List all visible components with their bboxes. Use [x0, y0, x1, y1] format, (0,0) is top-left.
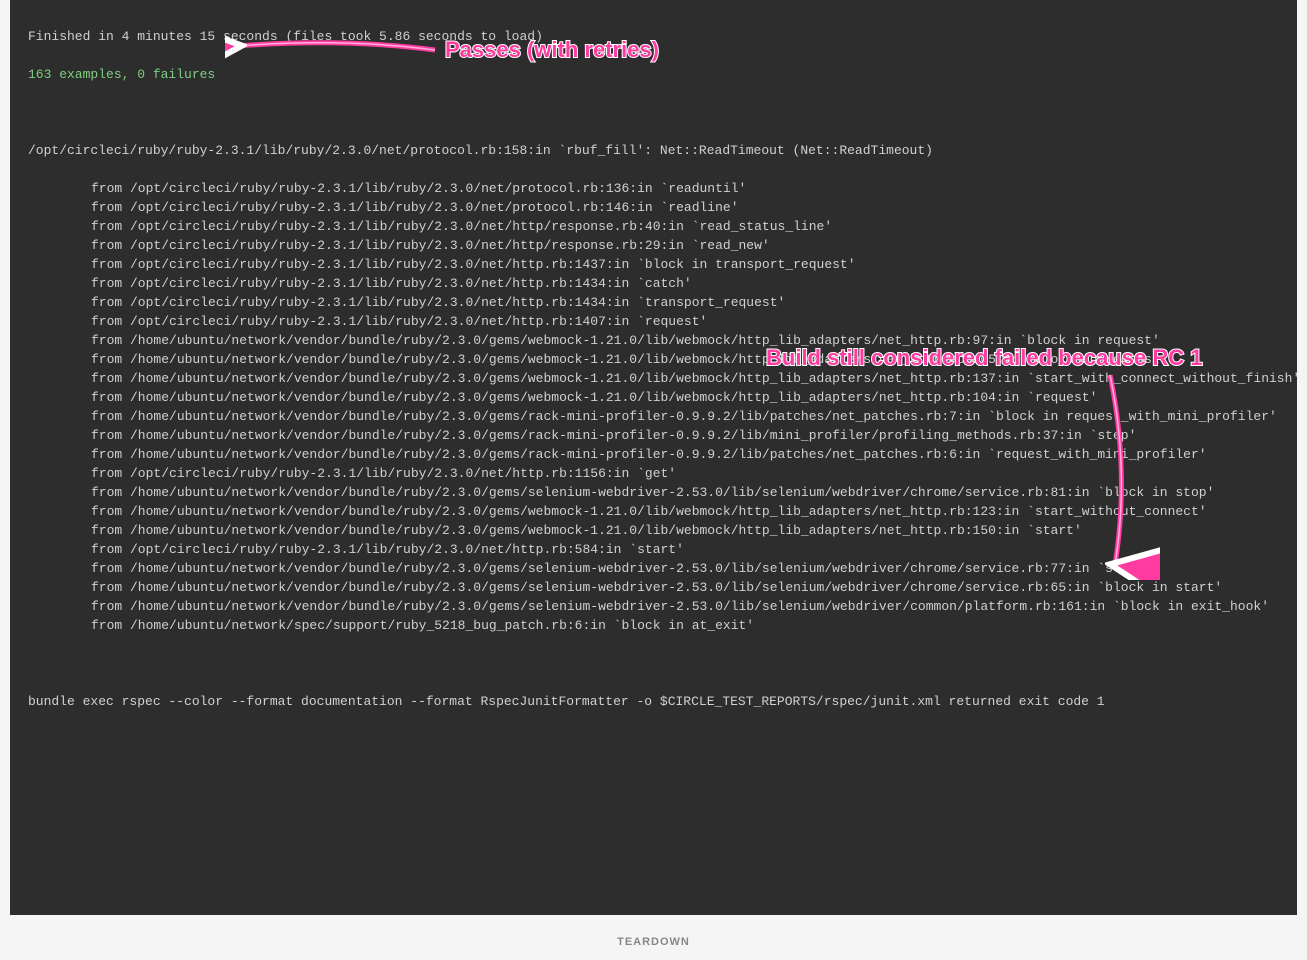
stack-line: from /home/ubuntu/network/vendor/bundle/… [28, 559, 1279, 578]
stack-line: from /home/ubuntu/network/vendor/bundle/… [28, 578, 1279, 597]
stack-line: from /opt/circleci/ruby/ruby-2.3.1/lib/r… [28, 179, 1279, 198]
stack-line: from /opt/circleci/ruby/ruby-2.3.1/lib/r… [28, 464, 1279, 483]
stack-line: from /opt/circleci/ruby/ruby-2.3.1/lib/r… [28, 198, 1279, 217]
stack-line: from /home/ubuntu/network/vendor/bundle/… [28, 445, 1279, 464]
summary-line: 163 examples, 0 failures [28, 65, 1279, 84]
teardown-label: TEARDOWN [0, 925, 1307, 960]
error-header: /opt/circleci/ruby/ruby-2.3.1/lib/ruby/2… [28, 141, 1279, 160]
stack-line: from /opt/circleci/ruby/ruby-2.3.1/lib/r… [28, 540, 1279, 559]
stack-line: from /home/ubuntu/network/vendor/bundle/… [28, 521, 1279, 540]
annotation-passes: Passes (with retries) [445, 40, 659, 59]
stack-line: from /opt/circleci/ruby/ruby-2.3.1/lib/r… [28, 312, 1279, 331]
stack-line: from /opt/circleci/ruby/ruby-2.3.1/lib/r… [28, 255, 1279, 274]
stack-line: from /home/ubuntu/network/vendor/bundle/… [28, 426, 1279, 445]
terminal-output: Finished in 4 minutes 15 seconds (files … [10, 0, 1297, 915]
stack-line: from /home/ubuntu/network/spec/support/r… [28, 616, 1279, 635]
stack-line: from /opt/circleci/ruby/ruby-2.3.1/lib/r… [28, 274, 1279, 293]
stack-line: from /opt/circleci/ruby/ruby-2.3.1/lib/r… [28, 293, 1279, 312]
exit-code-line: bundle exec rspec --color --format docum… [28, 692, 1279, 711]
blank-line [28, 654, 1279, 673]
stack-line: from /home/ubuntu/network/vendor/bundle/… [28, 369, 1279, 388]
stack-line: from /opt/circleci/ruby/ruby-2.3.1/lib/r… [28, 236, 1279, 255]
stack-trace: from /opt/circleci/ruby/ruby-2.3.1/lib/r… [28, 179, 1279, 635]
stack-line: from /home/ubuntu/network/vendor/bundle/… [28, 407, 1279, 426]
annotation-failed: Build still considered failed because RC… [766, 348, 1202, 367]
stack-line: from /home/ubuntu/network/vendor/bundle/… [28, 597, 1279, 616]
blank-line [28, 103, 1279, 122]
stack-line: from /home/ubuntu/network/vendor/bundle/… [28, 388, 1279, 407]
stack-line: from /home/ubuntu/network/vendor/bundle/… [28, 483, 1279, 502]
stack-line: from /opt/circleci/ruby/ruby-2.3.1/lib/r… [28, 217, 1279, 236]
stack-line: from /home/ubuntu/network/vendor/bundle/… [28, 502, 1279, 521]
